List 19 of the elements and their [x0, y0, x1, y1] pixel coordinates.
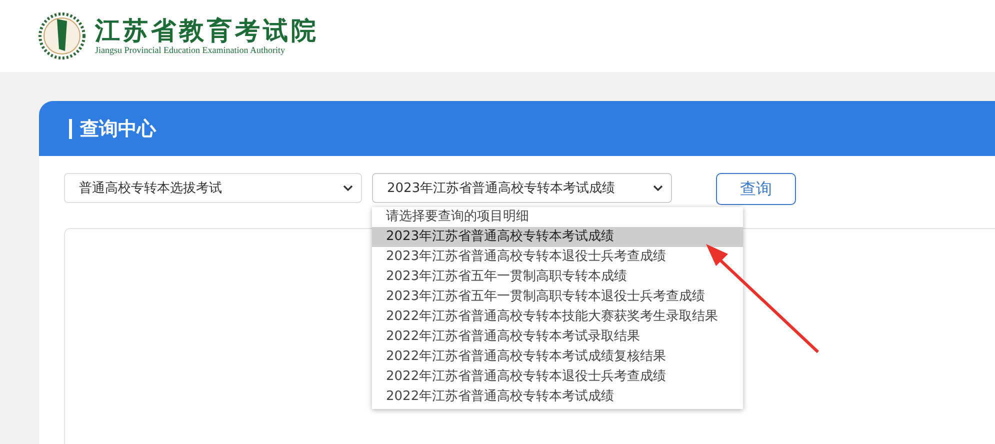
- dropdown-option[interactable]: 2023年江苏省普通高校专转本考试成绩: [372, 227, 743, 247]
- panel-title: 查询中心: [69, 118, 156, 138]
- dropdown-option[interactable]: 2023年江苏省五年一贯制高职专转本成绩: [372, 267, 743, 287]
- emblem-icon: [37, 11, 87, 61]
- dropdown-option[interactable]: 请选择要查询的项目明细: [372, 207, 743, 227]
- query-button[interactable]: 查询: [716, 173, 796, 205]
- dropdown-option[interactable]: 2022年江苏省普通高校专转本技能大赛获奖考生录取结果: [372, 307, 743, 327]
- chevron-down-icon: [343, 185, 353, 191]
- chevron-down-icon: [653, 185, 663, 191]
- select-field[interactable]: 2023年江苏省普通高校专转本考试成绩: [372, 173, 672, 203]
- dropdown-option[interactable]: 2023年江苏省普通高校专转本退役士兵考查成绩: [372, 247, 743, 267]
- select-field[interactable]: 普通高校专转本选拔考试: [64, 173, 362, 203]
- site-subtitle: Jiangsu Provincial Education Examination Authority: [95, 44, 286, 56]
- dropdown-option[interactable]: 2023年江苏省五年一贯制高职专转本退役士兵考查成绩: [372, 287, 743, 307]
- dropdown-option[interactable]: 2022年江苏省普通高校专转本考试成绩复核结果: [372, 347, 743, 367]
- dropdown-option[interactable]: 2022年江苏省普通高校专转本考试录取结果: [372, 327, 743, 347]
- dropdown-option[interactable]: 2022年江苏省普通高校专转本退役士兵考查成绩: [372, 367, 743, 387]
- dropdown-option[interactable]: 2022年江苏省普通高校专转本考试成绩: [372, 387, 743, 407]
- site-title: 江苏省教育考试院: [95, 16, 319, 44]
